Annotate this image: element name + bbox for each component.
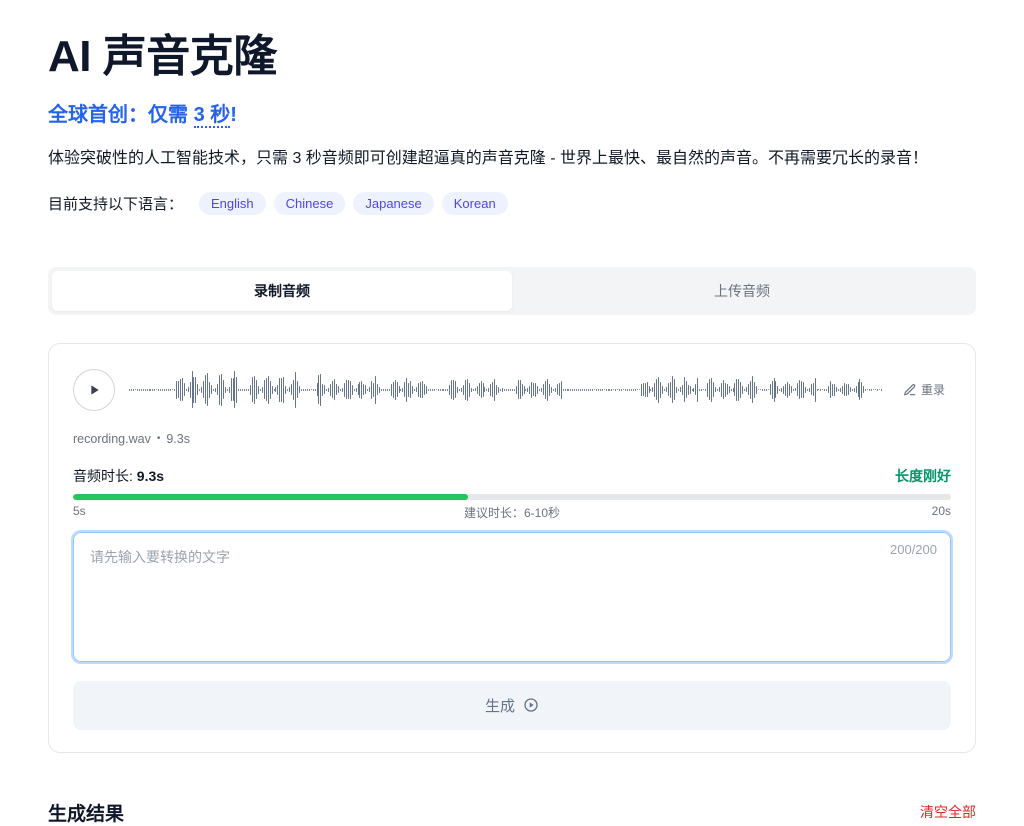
file-meta: recording.wav • 9.3s bbox=[73, 432, 951, 446]
subtitle-prefix: 全球首创：仅需 bbox=[48, 104, 194, 126]
duration-bar bbox=[73, 494, 951, 500]
lang-badge-chinese[interactable]: Chinese bbox=[274, 192, 346, 215]
tab-upload-audio[interactable]: 上传音频 bbox=[512, 271, 972, 311]
audio-card: 重录 recording.wav • 9.3s 音频时长: 9.3s 长度刚好 … bbox=[48, 343, 976, 753]
tab-record-audio[interactable]: 录制音频 bbox=[52, 271, 512, 311]
text-to-convert-input[interactable] bbox=[73, 532, 951, 662]
range-min: 5s bbox=[73, 504, 86, 518]
clear-all-button[interactable]: 清空全部 bbox=[920, 802, 976, 822]
generate-button[interactable]: 生成 bbox=[73, 681, 951, 730]
duration-bar-fill bbox=[73, 494, 468, 500]
lang-label: 目前支持以下语言： bbox=[48, 193, 183, 214]
description: 体验突破性的人工智能技术，只需 3 秒音频即可创建超逼真的声音克隆 - 世界上最… bbox=[48, 145, 968, 174]
char-counter: 200/200 bbox=[890, 542, 937, 557]
duration-status: 长度刚好 bbox=[895, 466, 951, 486]
page-title: AI 声音克隆 bbox=[48, 20, 976, 84]
subtitle: 全球首创：仅需 3 秒! bbox=[48, 98, 976, 127]
waveform-display[interactable] bbox=[129, 366, 883, 414]
generate-label: 生成 bbox=[485, 695, 515, 716]
duration-label: 音频时长: 9.3s bbox=[73, 466, 164, 486]
file-duration: 9.3s bbox=[166, 432, 190, 446]
play-circle-icon bbox=[523, 697, 539, 713]
rerecord-button[interactable]: 重录 bbox=[897, 377, 951, 402]
meta-separator: • bbox=[157, 433, 161, 444]
lang-badge-english[interactable]: English bbox=[199, 192, 266, 215]
supported-languages-row: 目前支持以下语言： English Chinese Japanese Korea… bbox=[48, 192, 976, 215]
play-button[interactable] bbox=[73, 369, 115, 411]
subtitle-highlight: 3 秒 bbox=[194, 104, 231, 128]
range-recommended: 建议时长：6-10秒 bbox=[464, 504, 560, 521]
audio-source-tabs: 录制音频 上传音频 bbox=[48, 267, 976, 315]
rerecord-label: 重录 bbox=[921, 381, 945, 398]
lang-badge-korean[interactable]: Korean bbox=[442, 192, 508, 215]
play-icon bbox=[86, 382, 102, 398]
range-max: 20s bbox=[932, 504, 951, 518]
lang-badge-japanese[interactable]: Japanese bbox=[353, 192, 433, 215]
filename: recording.wav bbox=[73, 432, 151, 446]
subtitle-suffix: ! bbox=[230, 104, 237, 126]
pencil-icon bbox=[903, 383, 917, 397]
results-heading: 生成结果 bbox=[48, 799, 124, 826]
duration-value: 9.3s bbox=[137, 468, 164, 484]
